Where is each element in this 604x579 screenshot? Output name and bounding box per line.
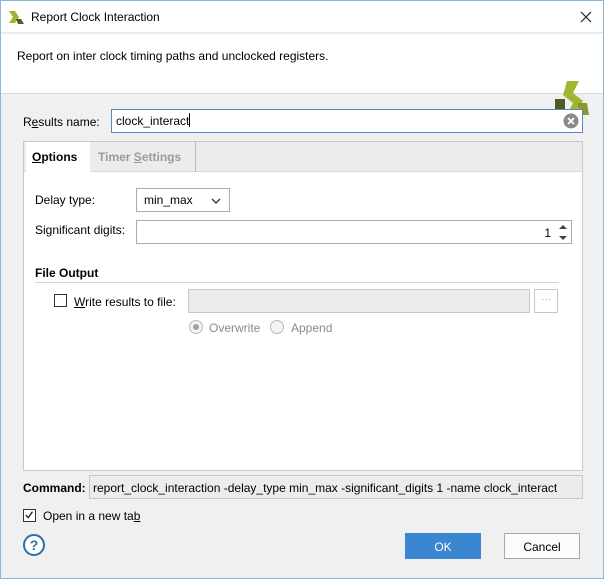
checkmark-icon <box>25 511 34 519</box>
command-label: Command: <box>23 481 86 495</box>
open-new-tab-label: Open in a new tab <box>43 509 141 523</box>
delay-type-select[interactable]: min_max <box>136 188 230 212</box>
significant-digits-label: Significant digits: <box>35 223 126 237</box>
overwrite-label: Overwrite <box>209 321 261 335</box>
options-tab-panel: Options Timer Settings Delay type: min_m… <box>23 141 583 471</box>
dialog-header: Report on inter clock timing paths and u… <box>1 34 603 115</box>
results-name-input[interactable]: clock_interact <box>111 109 583 133</box>
delay-type-label: Delay type: <box>35 193 96 207</box>
delay-type-value: min_max <box>144 193 193 207</box>
spin-down-icon[interactable] <box>558 234 568 242</box>
write-results-label: Write results to file: <box>74 295 176 309</box>
vivado-logo-icon <box>9 11 24 24</box>
help-button[interactable]: ? <box>23 534 45 556</box>
tab-options[interactable]: Options <box>26 142 90 173</box>
file-path-input[interactable] <box>188 289 530 313</box>
command-preview: report_clock_interaction -delay_type min… <box>89 475 583 499</box>
results-name-label: Results name: <box>23 115 100 129</box>
window-title: Report Clock Interaction <box>31 10 160 24</box>
report-clock-interaction-dialog: Report Clock Interaction Report on inter… <box>0 0 604 579</box>
file-output-title: File Output <box>35 266 99 280</box>
dialog-description: Report on inter clock timing paths and u… <box>17 49 329 63</box>
chevron-down-icon <box>211 198 221 204</box>
title-bar: Report Clock Interaction <box>1 1 603 33</box>
append-radio[interactable] <box>270 320 284 334</box>
write-results-checkbox[interactable] <box>54 294 67 307</box>
overwrite-radio[interactable] <box>189 320 203 334</box>
close-icon[interactable] <box>573 5 599 29</box>
open-new-tab-checkbox[interactable] <box>23 509 36 522</box>
significant-digits-value: 1 <box>544 226 551 240</box>
tab-strip: Options Timer Settings <box>24 142 582 173</box>
browse-button[interactable]: ··· <box>534 289 558 313</box>
append-label: Append <box>291 321 333 335</box>
section-divider <box>35 282 559 283</box>
tab-timer-settings[interactable]: Timer Settings <box>96 142 196 172</box>
spin-up-icon[interactable] <box>558 223 568 231</box>
clear-input-icon[interactable] <box>563 113 579 129</box>
significant-digits-spinner[interactable]: 1 <box>136 220 572 244</box>
ok-button[interactable]: OK <box>405 533 481 559</box>
cancel-button[interactable]: Cancel <box>504 533 580 559</box>
